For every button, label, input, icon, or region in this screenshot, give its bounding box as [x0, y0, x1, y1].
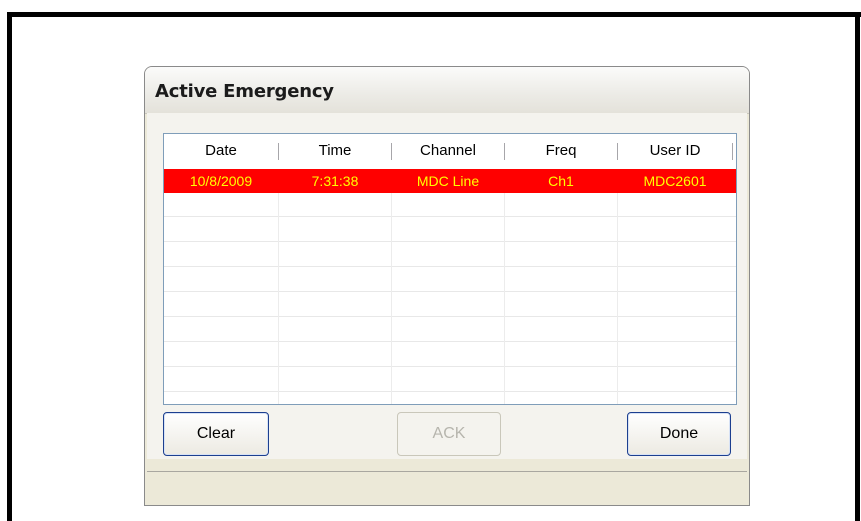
dialog-title: Active Emergency [155, 81, 334, 102]
list-header: Date Time Channel Freq User ID [164, 134, 736, 163]
ack-button: ACK [397, 412, 501, 456]
column-header-date[interactable]: Date [164, 134, 278, 163]
column-gridline [504, 193, 505, 404]
table-row[interactable] [164, 243, 736, 267]
table-row[interactable] [164, 193, 736, 217]
column-header-channel[interactable]: Channel [392, 134, 504, 163]
cell-user-id: MDC2601 [643, 173, 707, 189]
table-row[interactable] [164, 318, 736, 342]
frame-border-left [7, 12, 12, 521]
column-header-freq[interactable]: Freq [505, 134, 617, 163]
active-emergency-dialog: Active Emergency Date Time Channel Freq … [144, 66, 750, 506]
table-row[interactable] [164, 368, 736, 392]
dialog-body: Date Time Channel Freq User ID 10/8/2009… [147, 113, 747, 459]
emergency-list[interactable]: Date Time Channel Freq User ID 10/8/2009… [163, 133, 737, 405]
table-row[interactable] [164, 268, 736, 292]
column-gridline [617, 193, 618, 404]
column-header-time[interactable]: Time [279, 134, 391, 163]
column-header-user-id[interactable]: User ID [618, 134, 732, 163]
status-bar [147, 471, 747, 504]
title-bar[interactable]: Active Emergency [145, 67, 749, 114]
done-button[interactable]: Done [627, 412, 731, 456]
cell-date: 10/8/2009 [189, 173, 253, 189]
table-row[interactable] [164, 218, 736, 242]
clear-button[interactable]: Clear [163, 412, 269, 456]
column-gridline [391, 193, 392, 404]
table-row-emergency[interactable]: 10/8/2009 7:31:38 MDC Line Ch1 MDC2601 [164, 169, 736, 193]
cell-freq: Ch1 [548, 173, 574, 189]
frame-border-top [7, 12, 861, 17]
cell-channel: MDC Line [416, 173, 480, 189]
table-row[interactable] [164, 293, 736, 317]
frame-border-right [855, 12, 860, 521]
column-divider [732, 143, 733, 160]
table-row[interactable] [164, 393, 736, 404]
cell-time: 7:31:38 [311, 173, 359, 189]
column-gridline [278, 193, 279, 404]
table-row[interactable] [164, 343, 736, 367]
